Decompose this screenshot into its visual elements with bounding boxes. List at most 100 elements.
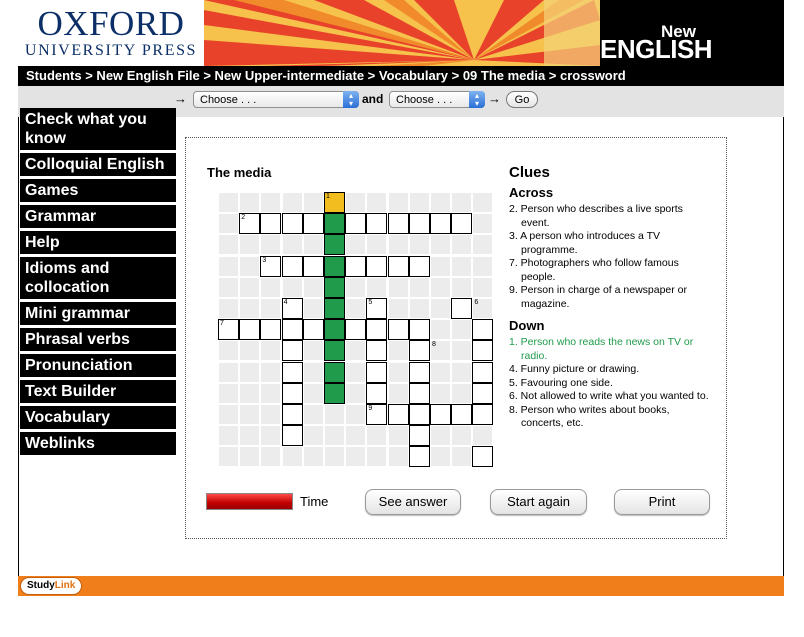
sidebar-item-idioms-and-collocation[interactable]: Idioms and collocation <box>20 257 176 299</box>
crossword-cell[interactable] <box>451 213 473 235</box>
go-button[interactable]: Go <box>506 91 538 108</box>
crossword-cell[interactable] <box>302 319 324 341</box>
crossword-cell-highlighted[interactable] <box>324 255 345 277</box>
clue-down-8[interactable]: 8. Person who writes about books, concer… <box>509 404 709 431</box>
sidebar-item-phrasal-verbs[interactable]: Phrasal verbs <box>20 328 176 351</box>
crossword-cell[interactable] <box>281 425 303 447</box>
choose-select-2[interactable]: Choose . . . ▴ ▾ <box>389 91 485 108</box>
crossword-cell[interactable] <box>281 340 303 362</box>
crossword-cell[interactable]: 9 <box>366 404 388 425</box>
crossword-cell[interactable] <box>366 319 388 341</box>
sidebar-item-text-builder[interactable]: Text Builder <box>20 380 176 403</box>
crossword-cell[interactable] <box>260 213 282 235</box>
and-label: and <box>362 92 384 106</box>
crossword-cell-highlighted[interactable] <box>324 382 345 404</box>
crossword-cell[interactable]: 2 <box>239 213 261 235</box>
crossword-cell[interactable] <box>281 213 303 235</box>
sidebar-item-pronunciation[interactable]: Pronunciation <box>20 354 176 377</box>
crossword-cell[interactable] <box>408 425 430 447</box>
clue-across-9[interactable]: 9. Person in charge of a newspaper or ma… <box>509 284 709 311</box>
crossword-cell[interactable] <box>387 319 409 341</box>
sidebar-item-colloquial-english[interactable]: Colloquial English <box>20 153 176 176</box>
crossword-cell[interactable] <box>366 361 388 383</box>
crossword-cell[interactable] <box>430 404 451 425</box>
crossword-cell[interactable] <box>408 404 430 425</box>
crossword-cell-blank <box>345 382 367 404</box>
crossword-cell[interactable] <box>408 340 430 362</box>
crossword-cell-highlighted[interactable] <box>324 319 345 341</box>
crossword-cell[interactable] <box>408 382 430 404</box>
crossword-cell[interactable] <box>260 319 282 341</box>
crossword-cell[interactable] <box>472 446 494 468</box>
clue-down-6[interactable]: 6. Not allowed to write what you wanted … <box>509 390 709 404</box>
crossword-cell-highlighted[interactable] <box>324 234 345 256</box>
clue-down-1[interactable]: 1. Person who reads the news on TV or ra… <box>509 336 709 363</box>
crossword-cell[interactable] <box>366 255 388 277</box>
choose-select-1[interactable]: Choose . . . ▴ ▾ <box>193 91 359 108</box>
crossword-cell[interactable] <box>472 361 494 383</box>
start-again-button[interactable]: Start again <box>490 489 587 515</box>
crossword-cell-highlighted[interactable] <box>324 298 345 319</box>
clue-across-3[interactable]: 3. A person who introduces a TV programm… <box>509 230 709 257</box>
crossword-cell-selected[interactable]: 1 <box>324 192 345 213</box>
crossword-cell[interactable] <box>345 319 367 341</box>
crossword-cell[interactable] <box>472 382 494 404</box>
crossword-cell[interactable]: 7 <box>218 319 239 341</box>
crossword-cell[interactable] <box>387 255 409 277</box>
crossword-cell[interactable] <box>281 255 303 277</box>
crossword-cell[interactable] <box>281 319 303 341</box>
crossword-cell[interactable] <box>239 319 261 341</box>
crossword-cell[interactable] <box>408 213 430 235</box>
crossword-cell[interactable] <box>408 361 430 383</box>
print-button[interactable]: Print <box>614 489 710 515</box>
clue-down-5[interactable]: 5. Favouring one side. <box>509 377 709 391</box>
crossword-cell[interactable]: 5 <box>366 298 388 319</box>
crossword-cell[interactable] <box>408 319 430 341</box>
clue-across-2[interactable]: 2. Person who describes a live sports ev… <box>509 203 709 230</box>
crossword-cell-highlighted[interactable] <box>324 340 345 362</box>
crossword-cell[interactable] <box>387 213 409 235</box>
sidebar-item-mini-grammar[interactable]: Mini grammar <box>20 302 176 325</box>
sidebar-item-vocabulary[interactable]: Vocabulary <box>20 406 176 429</box>
see-answer-button[interactable]: See answer <box>365 489 461 515</box>
clues-panel: Clues Across 2. Person who describes a l… <box>509 164 709 431</box>
crossword-cell[interactable]: 4 <box>281 298 303 319</box>
crossword-cell[interactable] <box>408 446 430 468</box>
crossword-cell[interactable] <box>387 404 409 425</box>
sidebar-item-check-what-you-know[interactable]: Check what you know <box>20 108 176 150</box>
crossword-cell[interactable] <box>472 404 494 425</box>
crossword-cell[interactable] <box>302 255 324 277</box>
crossword-cell[interactable] <box>366 340 388 362</box>
crossword-cell[interactable] <box>281 404 303 425</box>
logo-line2: UNIVERSITY PRESS <box>24 42 198 59</box>
crossword-cell[interactable] <box>472 340 494 362</box>
sidebar-item-games[interactable]: Games <box>20 179 176 202</box>
time-label: Time <box>300 494 329 509</box>
crossword-cell[interactable] <box>345 255 367 277</box>
crossword-cell[interactable] <box>430 213 451 235</box>
crossword-cell[interactable] <box>366 382 388 404</box>
crossword-cell-highlighted[interactable] <box>324 276 345 298</box>
crossword-cell[interactable] <box>366 213 388 235</box>
crossword-cell-blank <box>472 234 494 256</box>
crossword-cell[interactable] <box>345 213 367 235</box>
oup-logo[interactable]: OXFORD UNIVERSITY PRESS <box>18 0 204 66</box>
sidebar-item-grammar[interactable]: Grammar <box>20 205 176 228</box>
crossword-cell[interactable] <box>451 404 473 425</box>
crossword-cell-highlighted[interactable] <box>324 213 345 235</box>
sidebar-item-weblinks[interactable]: Weblinks <box>20 432 176 455</box>
crossword-cell[interactable] <box>281 382 303 404</box>
crossword-cell-highlighted[interactable] <box>324 361 345 383</box>
studylink-logo[interactable]: StudyLink <box>20 577 83 595</box>
sidebar-item-help[interactable]: Help <box>20 231 176 254</box>
crossword-cell[interactable] <box>451 298 473 319</box>
crossword-cell[interactable] <box>302 213 324 235</box>
crossword-cell[interactable] <box>281 361 303 383</box>
crossword-cell[interactable] <box>472 319 494 341</box>
crossword-cell-blank <box>218 382 239 404</box>
breadcrumb[interactable]: Students > New English File > New Upper-… <box>18 66 784 86</box>
clue-across-7[interactable]: 7. Photographers who follow famous peopl… <box>509 257 709 284</box>
crossword-cell[interactable] <box>408 255 430 277</box>
clue-down-4[interactable]: 4. Funny picture or drawing. <box>509 363 709 377</box>
crossword-cell[interactable]: 3 <box>260 255 282 277</box>
